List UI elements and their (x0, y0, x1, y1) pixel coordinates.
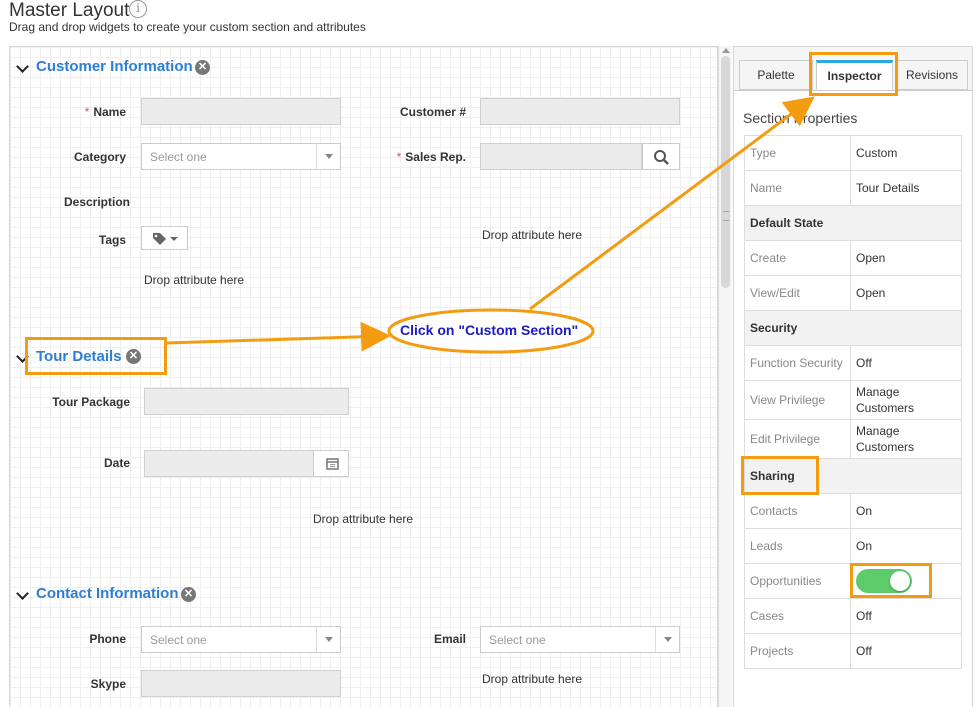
annotation-arrows (166, 96, 815, 354)
callout-text: Click on "Custom Section" (400, 322, 579, 338)
arrow-to-tour-details (166, 321, 391, 352)
arrow-to-inspector (529, 96, 815, 311)
